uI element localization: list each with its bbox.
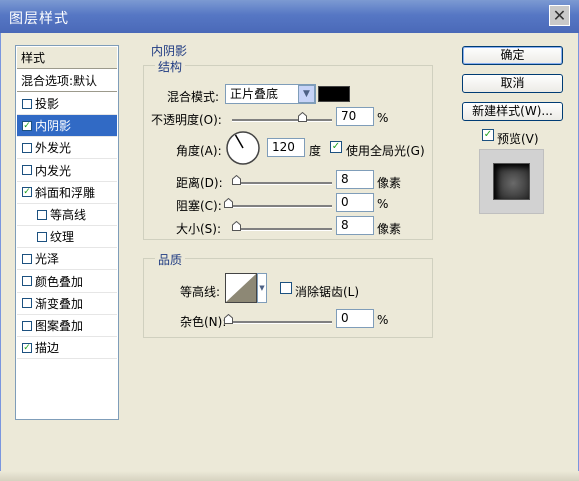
distance-slider-thumb[interactable] [232,174,241,185]
distance-input[interactable]: 8 [336,170,374,189]
style-item-checkbox[interactable] [22,142,32,153]
inner-shadow-title: 内阴影 [148,42,191,59]
style-item[interactable]: 等高线 [17,204,117,226]
global-light-label: 使用全局光(G) [346,144,425,158]
style-item-label: 光泽 [35,252,60,267]
style-item-checkbox[interactable] [22,276,32,287]
styles-list: 样式 混合选项:默认 投影 ✓ 内阴影 外发光 内发光 ✓ 斜面和浮雕 等高线 纹理 光泽 颜色叠加… [15,45,119,420]
size-label: 大小(S): [176,222,222,236]
quality-title: 品质 [155,251,186,268]
opacity-slider[interactable] [232,119,332,122]
style-item-label: 外发光 [35,141,72,156]
contour-dropdown-icon[interactable]: ▼ [257,273,267,303]
anti-alias-checkbox[interactable] [280,282,292,294]
angle-dial[interactable] [225,130,261,166]
preview-label: 预览(V) [497,132,539,146]
window-title: 图层样式 [9,11,69,27]
choke-slider[interactable] [228,205,332,208]
title-bar [0,0,579,33]
chevron-down-icon[interactable]: ▼ [298,85,315,103]
structure-title: 结构 [155,58,186,75]
preview-checkbox[interactable]: ✓ [482,129,494,141]
blend-options-item[interactable]: 混合选项:默认 [17,70,117,92]
window-bottom-edge [0,471,579,481]
new-style-button[interactable]: 新建样式(W)... [462,102,563,121]
angle-unit: 度 [309,144,322,158]
style-item[interactable]: 内发光 [17,160,117,182]
style-item[interactable]: 投影 [17,93,117,115]
style-item-label: 颜色叠加 [35,274,84,289]
style-item[interactable]: ✓ 斜面和浮雕 [17,182,117,204]
opacity-input[interactable]: 70 [336,107,374,126]
style-item-label: 纹理 [50,230,75,245]
size-slider-thumb[interactable] [232,220,241,231]
noise-slider[interactable] [228,321,332,324]
anti-alias-label: 消除锯齿(L) [295,285,360,299]
style-item-label: 描边 [35,341,60,356]
style-item-label: 内发光 [35,163,72,178]
close-button[interactable]: ✕ [549,5,570,26]
style-item-label: 内阴影 [35,119,72,134]
style-item-checkbox[interactable] [37,231,47,242]
global-light-checkbox[interactable]: ✓ [330,141,342,153]
style-item-checkbox[interactable]: ✓ [22,120,32,131]
style-item-checkbox[interactable] [22,253,32,264]
size-slider[interactable] [232,228,332,231]
noise-unit: % [377,313,389,327]
choke-unit: % [377,197,389,211]
style-item-checkbox[interactable] [22,165,32,176]
style-item-checkbox[interactable]: ✓ [22,187,32,198]
distance-slider[interactable] [232,182,332,185]
angle-input[interactable]: 120 [267,138,305,157]
style-item-checkbox[interactable]: ✓ [22,342,32,353]
style-item[interactable]: 渐变叠加 [17,293,117,315]
distance-unit: 像素 [377,176,402,190]
cancel-button[interactable]: 取消 [462,74,563,93]
style-item[interactable]: 外发光 [17,137,117,160]
noise-slider-thumb[interactable] [224,313,233,324]
style-item-checkbox[interactable] [37,209,47,220]
style-item-checkbox[interactable] [22,320,32,331]
opacity-unit: % [377,111,389,125]
noise-input[interactable]: 0 [336,309,374,328]
size-input[interactable]: 8 [336,216,374,235]
opacity-slider-thumb[interactable] [297,111,307,122]
style-item[interactable]: 图案叠加 [17,315,117,337]
style-item-checkbox[interactable] [22,98,32,109]
style-item[interactable]: 颜色叠加 [17,271,117,293]
style-item[interactable]: ✓ 内阴影 [17,115,117,138]
style-item[interactable]: 纹理 [17,226,117,249]
style-preview-thumbnail [479,149,544,214]
style-item-label: 斜面和浮雕 [35,185,96,200]
contour-label: 等高线: [180,285,221,299]
size-unit: 像素 [377,222,402,236]
ok-button[interactable]: 确定 [462,46,563,65]
shadow-color-swatch[interactable] [318,86,350,102]
style-item-label: 投影 [35,97,60,111]
style-item[interactable]: ✓ 描边 [17,337,117,360]
choke-label: 阻塞(C): [176,199,222,213]
style-item-label: 图案叠加 [35,319,84,333]
style-item[interactable]: 光泽 [17,248,117,271]
style-item-label: 渐变叠加 [35,296,84,311]
blend-mode-label: 混合模式: [167,90,220,104]
style-item-label: 等高线 [50,208,87,222]
contour-preview[interactable] [225,273,257,303]
distance-label: 距离(D): [176,176,223,190]
style-item-checkbox[interactable] [22,298,32,309]
blend-mode-value: 正片叠底 [230,87,279,101]
choke-input[interactable]: 0 [336,193,374,212]
noise-label: 杂色(N): [180,315,227,329]
opacity-label: 不透明度(O): [151,113,222,127]
styles-header[interactable]: 样式 [17,47,117,69]
angle-label: 角度(A): [176,144,222,158]
choke-slider-thumb[interactable] [224,197,233,208]
